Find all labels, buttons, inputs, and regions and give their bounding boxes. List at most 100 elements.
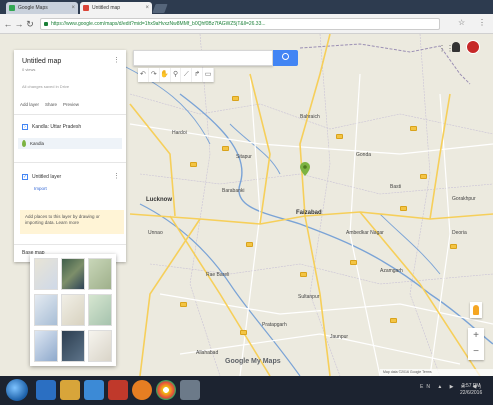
mymaps-favicon-icon: [83, 5, 89, 11]
import-link[interactable]: Import: [34, 186, 47, 191]
basemap-light-landmass-thumb[interactable]: [88, 330, 112, 362]
map-label: Pratapgarh: [262, 322, 287, 328]
base-map-picker: [30, 254, 116, 366]
layer-name[interactable]: Untitled layer: [32, 174, 61, 180]
layer-options-icon[interactable]: ⋮: [113, 172, 120, 180]
draw-line-icon[interactable]: ⟋: [181, 68, 193, 82]
highway-shield: [400, 206, 407, 211]
screen: Google Maps × Untitled map × ← → ↻ https…: [0, 0, 493, 405]
forward-icon[interactable]: →: [14, 18, 24, 30]
highway-shield: [222, 146, 229, 151]
clock-time: 2:57 PM: [461, 383, 481, 389]
map-label: Basti: [390, 184, 402, 190]
add-marker-icon[interactable]: ⚲: [171, 68, 182, 82]
zoom-in-button[interactable]: +: [468, 328, 484, 344]
basemap-terrain-thumb[interactable]: [88, 258, 112, 290]
tab-title: Untitled map: [92, 5, 121, 11]
map-label: Rae Bareli: [206, 272, 230, 278]
layer-item[interactable]: Kandla: [18, 138, 122, 149]
bookmark-star-icon[interactable]: ☆: [458, 18, 465, 27]
share-button[interactable]: Share: [45, 102, 57, 107]
highway-shield: [190, 162, 197, 167]
map-views: 0 views: [22, 67, 36, 72]
basemap-whitewater-thumb[interactable]: [34, 330, 58, 362]
tab-untitled-map[interactable]: Untitled map ×: [80, 2, 152, 14]
start-button[interactable]: [6, 379, 28, 401]
map-marker-icon[interactable]: [300, 162, 310, 176]
divider: [14, 244, 126, 245]
map-label: Sitapur: [236, 154, 252, 160]
zoom-out-button[interactable]: −: [468, 344, 484, 360]
back-icon[interactable]: ←: [3, 18, 13, 30]
highway-shield: [240, 330, 247, 335]
redo-icon[interactable]: ↷: [149, 68, 160, 82]
close-tab-icon[interactable]: ×: [71, 2, 75, 14]
map-label: Unnao: [148, 230, 163, 236]
browser-toolbar: ← → ↻ https://www.google.com/maps/d/edit…: [0, 14, 493, 34]
map-label: Deoria: [452, 230, 467, 236]
map-label: Gorakhpur: [452, 196, 476, 202]
street-view-pegman-icon[interactable]: [470, 302, 482, 318]
map-search-input[interactable]: [133, 50, 273, 66]
map-label: Jaunpur: [330, 334, 349, 340]
clock[interactable]: 2:57 PM 22/6/2016: [460, 383, 482, 397]
basemap-mono-city-thumb[interactable]: [61, 294, 85, 326]
map-label: Azamgarh: [380, 268, 403, 274]
tab-google-maps[interactable]: Google Maps ×: [6, 2, 78, 14]
directions-icon[interactable]: ↱: [192, 68, 204, 82]
browser-menu-icon[interactable]: ⋮: [478, 18, 486, 27]
layer-name[interactable]: Kandla: Uttar Pradesh: [32, 124, 81, 130]
firefox-icon[interactable]: [132, 380, 152, 400]
preview-button[interactable]: Preview: [63, 102, 79, 107]
map-attribution[interactable]: Map data ©2016 Google Terms: [380, 369, 493, 376]
layer-tip: Add places to this layer by drawing or i…: [20, 210, 124, 234]
add-layer-button[interactable]: Add layer: [20, 102, 39, 107]
map-canvas[interactable]: Hardoi Sitapur Barabanki Gonda Bahraich …: [0, 34, 493, 376]
windows-taskbar: EN ▲ ▶ ✉ ◀) 2:57 PM 22/6/2016: [0, 376, 493, 405]
maps-favicon-icon: [9, 5, 15, 11]
layer-checkbox[interactable]: ✓: [22, 174, 28, 180]
highway-shield: [246, 242, 253, 247]
city-label: Lucknow: [146, 197, 173, 203]
media-player-icon[interactable]: [84, 380, 104, 400]
map-label: Hardoi: [172, 130, 187, 136]
map-label: Gonda: [356, 152, 372, 158]
notifications-icon[interactable]: [452, 42, 460, 52]
new-tab-button[interactable]: [152, 4, 168, 13]
layer-checkbox[interactable]: ›: [22, 124, 28, 130]
lock-icon: [44, 22, 48, 26]
map-label: Bahraich: [300, 114, 320, 120]
highway-shield: [450, 244, 457, 249]
zoom-control: + −: [468, 328, 484, 360]
marker-icon: [22, 140, 26, 147]
app-icon[interactable]: [180, 380, 200, 400]
close-tab-icon[interactable]: ×: [145, 2, 149, 14]
reload-icon[interactable]: ↻: [25, 18, 35, 30]
basemap-map-thumb[interactable]: [34, 258, 58, 290]
search-icon: [282, 53, 289, 60]
panel-actions: Add layer Share Preview: [20, 102, 124, 107]
hand-icon[interactable]: ✋: [160, 68, 171, 82]
basemap-satellite-thumb[interactable]: [61, 258, 85, 290]
undo-icon[interactable]: ↶: [138, 68, 149, 82]
map-title[interactable]: Untitled map: [22, 58, 61, 65]
url-text: https://www.google.com/maps/d/edit?mid=1…: [51, 21, 266, 27]
office-icon[interactable]: [108, 380, 128, 400]
search-button[interactable]: [273, 50, 298, 66]
city-label: Faizabad: [296, 210, 322, 216]
ie-icon[interactable]: [36, 380, 56, 400]
account-avatar[interactable]: [466, 40, 480, 54]
map-label: Sultanpur: [298, 294, 320, 300]
save-status: All changes saved in Drive: [22, 84, 70, 89]
address-bar[interactable]: https://www.google.com/maps/d/edit?mid=1…: [40, 18, 440, 30]
map-label: Ambedkar Nagar: [346, 230, 384, 236]
chrome-icon[interactable]: [156, 380, 176, 400]
basemap-dark-thumb[interactable]: [61, 330, 85, 362]
ruler-icon[interactable]: ▭: [203, 68, 215, 82]
basemap-simple-atlas-thumb[interactable]: [88, 294, 112, 326]
highway-shield: [350, 260, 357, 265]
file-explorer-icon[interactable]: [60, 380, 80, 400]
more-options-icon[interactable]: ⋮: [113, 56, 120, 64]
highway-shield: [410, 126, 417, 131]
basemap-light-political-thumb[interactable]: [34, 294, 58, 326]
